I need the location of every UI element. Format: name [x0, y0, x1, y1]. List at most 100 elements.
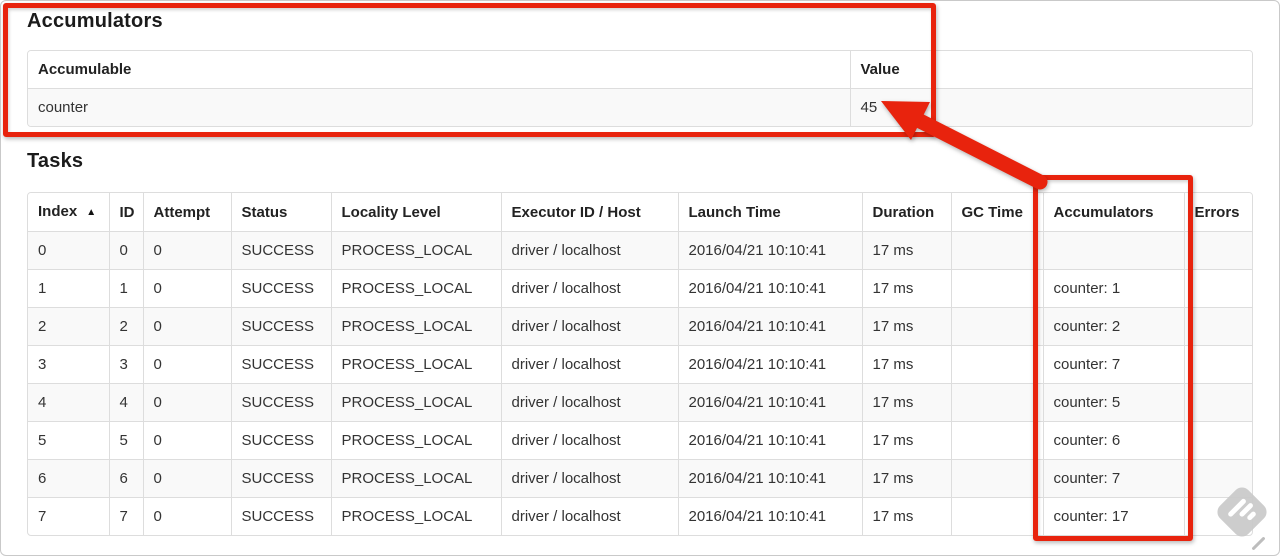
- accumulable-value-cell: 45: [849, 88, 1252, 126]
- attempt-cell: 0: [142, 459, 231, 498]
- locality-cell: PROCESS_LOCAL: [330, 497, 501, 535]
- launch-time-cell: 2016/04/21 10:10:41: [677, 231, 862, 270]
- gc-time-column-header[interactable]: GC Time: [950, 193, 1043, 232]
- accumulators-cell: counter: 7: [1042, 459, 1184, 498]
- executor-cell: driver / localhost: [500, 307, 678, 346]
- launch-time-cell: 2016/04/21 10:10:41: [677, 269, 862, 308]
- duration-cell: 17 ms: [861, 345, 951, 384]
- id-cell: 6: [108, 459, 143, 498]
- value-column-header[interactable]: Value: [849, 51, 1252, 89]
- accumulators-cell: counter: 7: [1042, 345, 1184, 384]
- accumulators-cell: counter: 6: [1042, 421, 1184, 460]
- tasks-table: Index ▲ ID Attempt Status Locality Level …: [27, 192, 1253, 536]
- launch-time-column-header[interactable]: Launch Time: [677, 193, 862, 232]
- gc-time-cell: [950, 459, 1043, 498]
- task-row-7: 7 7 0 SUCCESS PROCESS_LOCAL driver / loc…: [28, 497, 1252, 535]
- launch-time-cell: 2016/04/21 10:10:41: [677, 383, 862, 422]
- errors-cell: [1183, 307, 1252, 346]
- executor-cell: driver / localhost: [500, 497, 678, 535]
- id-cell: 0: [108, 231, 143, 270]
- duration-cell: 17 ms: [861, 269, 951, 308]
- index-cell: 6: [28, 459, 109, 498]
- errors-cell: [1183, 231, 1252, 270]
- attempt-cell: 0: [142, 497, 231, 535]
- index-cell: 3: [28, 345, 109, 384]
- watermark-stripe: [1246, 510, 1257, 522]
- locality-cell: PROCESS_LOCAL: [330, 345, 501, 384]
- errors-cell: [1183, 345, 1252, 384]
- id-cell: 7: [108, 497, 143, 535]
- errors-column-header[interactable]: Errors: [1183, 193, 1252, 232]
- status-cell: SUCCESS: [230, 497, 331, 535]
- tasks-header-row: Index ▲ ID Attempt Status Locality Level …: [28, 193, 1252, 232]
- status-cell: SUCCESS: [230, 231, 331, 270]
- id-cell: 3: [108, 345, 143, 384]
- launch-time-cell: 2016/04/21 10:10:41: [677, 459, 862, 498]
- accumulable-column-header[interactable]: Accumulable: [28, 51, 850, 89]
- errors-cell: [1183, 269, 1252, 308]
- attempt-cell: 0: [142, 345, 231, 384]
- executor-cell: driver / localhost: [500, 421, 678, 460]
- locality-level-column-header[interactable]: Locality Level: [330, 193, 501, 232]
- errors-cell: [1183, 421, 1252, 460]
- task-row-2: 2 2 0 SUCCESS PROCESS_LOCAL driver / loc…: [28, 307, 1252, 346]
- launch-time-cell: 2016/04/21 10:10:41: [677, 307, 862, 346]
- index-cell: 7: [28, 497, 109, 535]
- accumulator-row: counter 45: [28, 88, 1252, 126]
- id-cell: 4: [108, 383, 143, 422]
- gc-time-cell: [950, 307, 1043, 346]
- attempt-cell: 0: [142, 231, 231, 270]
- status-cell: SUCCESS: [230, 345, 331, 384]
- accumulators-header-row: Accumulable Value: [28, 51, 1252, 89]
- status-cell: SUCCESS: [230, 383, 331, 422]
- locality-cell: PROCESS_LOCAL: [330, 383, 501, 422]
- index-cell: 4: [28, 383, 109, 422]
- locality-cell: PROCESS_LOCAL: [330, 231, 501, 270]
- accumulators-cell: [1042, 231, 1184, 270]
- accumulators-table: Accumulable Value counter 45: [27, 50, 1253, 127]
- gc-time-cell: [950, 383, 1043, 422]
- duration-column-header[interactable]: Duration: [861, 193, 951, 232]
- duration-cell: 17 ms: [861, 307, 951, 346]
- launch-time-cell: 2016/04/21 10:10:41: [677, 497, 862, 535]
- accumulators-cell: counter: 2: [1042, 307, 1184, 346]
- gc-time-cell: [950, 497, 1043, 535]
- id-cell: 2: [108, 307, 143, 346]
- accumulators-cell: counter: 5: [1042, 383, 1184, 422]
- executor-id-host-column-header[interactable]: Executor ID / Host: [500, 193, 678, 232]
- duration-cell: 17 ms: [861, 459, 951, 498]
- launch-time-cell: 2016/04/21 10:10:41: [677, 421, 862, 460]
- window-corner-mark: [1251, 536, 1266, 551]
- executor-cell: driver / localhost: [500, 459, 678, 498]
- task-row-0: 0 0 0 SUCCESS PROCESS_LOCAL driver / loc…: [28, 231, 1252, 270]
- errors-cell: [1183, 383, 1252, 422]
- executor-cell: driver / localhost: [500, 345, 678, 384]
- attempt-column-header[interactable]: Attempt: [142, 193, 231, 232]
- id-column-header[interactable]: ID: [108, 193, 143, 232]
- attempt-cell: 0: [142, 383, 231, 422]
- status-cell: SUCCESS: [230, 307, 331, 346]
- gc-time-cell: [950, 231, 1043, 270]
- duration-cell: 17 ms: [861, 231, 951, 270]
- accumulable-name-cell: counter: [28, 88, 850, 126]
- duration-cell: 17 ms: [861, 421, 951, 460]
- executor-cell: driver / localhost: [500, 231, 678, 270]
- accumulators-section-title: Accumulators: [27, 10, 163, 32]
- sort-ascending-icon: ▲: [86, 207, 97, 218]
- attempt-cell: 0: [142, 269, 231, 308]
- tasks-section-title: Tasks: [27, 150, 84, 172]
- attempt-cell: 0: [142, 421, 231, 460]
- index-header-label: Index: [38, 203, 78, 220]
- status-column-header[interactable]: Status: [230, 193, 331, 232]
- index-cell: 2: [28, 307, 109, 346]
- accumulators-column-header[interactable]: Accumulators: [1042, 193, 1184, 232]
- task-row-5: 5 5 0 SUCCESS PROCESS_LOCAL driver / loc…: [28, 421, 1252, 460]
- locality-cell: PROCESS_LOCAL: [330, 421, 501, 460]
- id-cell: 1: [108, 269, 143, 308]
- duration-cell: 17 ms: [861, 497, 951, 535]
- task-row-3: 3 3 0 SUCCESS PROCESS_LOCAL driver / loc…: [28, 345, 1252, 384]
- status-cell: SUCCESS: [230, 459, 331, 498]
- index-column-header[interactable]: Index ▲: [28, 193, 109, 232]
- locality-cell: PROCESS_LOCAL: [330, 307, 501, 346]
- accumulators-cell: counter: 17: [1042, 497, 1184, 535]
